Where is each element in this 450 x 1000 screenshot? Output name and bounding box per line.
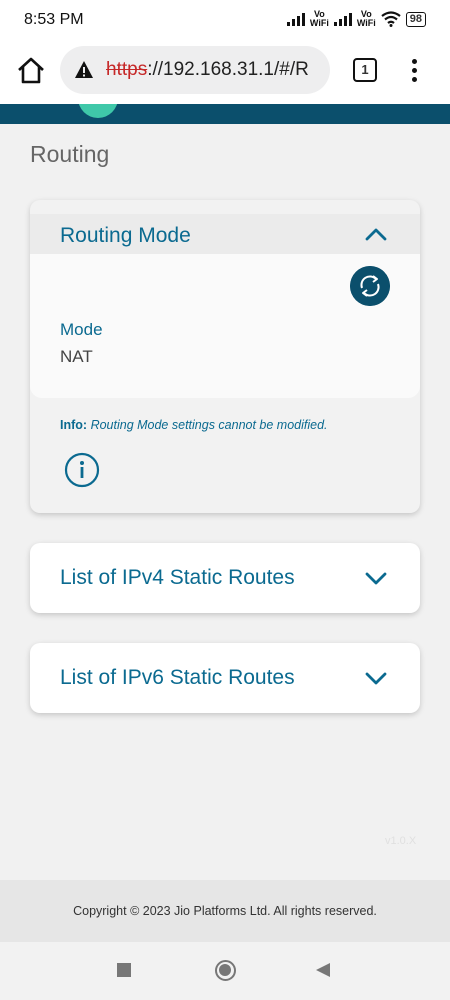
- routing-mode-card: Routing Mode Mode NAT Info: Routing Mode…: [30, 200, 420, 513]
- info-prefix: Info:: [60, 418, 88, 432]
- more-vert-icon[interactable]: [404, 56, 424, 86]
- ipv4-routes-card[interactable]: List of IPv4 Static Routes: [30, 543, 420, 613]
- page-footer: Copyright © 2023 Jio Platforms Ltd. All …: [0, 880, 450, 942]
- chevron-up-icon[interactable]: [364, 226, 388, 242]
- refresh-icon[interactable]: [350, 266, 390, 306]
- status-icons: Vo WiFi Vo WiFi 98: [286, 9, 426, 28]
- url-scheme: https: [106, 59, 148, 80]
- info-icon[interactable]: [64, 452, 100, 488]
- recent-apps-icon[interactable]: [117, 963, 131, 977]
- version-label: v1.0.X: [385, 835, 417, 847]
- warning-icon[interactable]: [74, 60, 94, 80]
- tabs-icon[interactable]: 1: [353, 58, 377, 82]
- url-field[interactable]: https://192.168.31.1/#/R: [60, 46, 330, 94]
- browser-toolbar: https://192.168.31.1/#/R 1: [0, 40, 450, 104]
- chevron-down-icon[interactable]: [364, 571, 388, 587]
- vowifi-indicator: Vo WiFi: [356, 9, 376, 28]
- ipv4-routes-title: List of IPv4 Static Routes: [60, 566, 295, 589]
- chevron-down-icon[interactable]: [364, 671, 388, 687]
- url-host: ://192.168.31.1/#/R: [147, 59, 309, 80]
- routing-mode-body: Mode NAT: [30, 254, 420, 398]
- info-text: Routing Mode settings cannot be modified…: [90, 418, 328, 432]
- mode-value: NAT: [60, 347, 93, 366]
- jio-logo[interactable]: [78, 104, 118, 118]
- copyright-text: Copyright © 2023 Jio Platforms Ltd. All …: [73, 904, 377, 918]
- mode-label: Mode: [60, 320, 103, 339]
- ipv6-routes-title: List of IPv6 Static Routes: [60, 666, 295, 689]
- signal-icon: [286, 12, 305, 26]
- back-icon[interactable]: [316, 963, 330, 977]
- system-nav-bar: [0, 942, 450, 1000]
- info-note: Info: Routing Mode settings cannot be mo…: [60, 418, 328, 432]
- routing-mode-header[interactable]: Routing Mode: [30, 214, 420, 254]
- routing-mode-title: Routing Mode: [60, 224, 191, 247]
- app-header: [0, 104, 450, 124]
- ipv6-routes-card[interactable]: List of IPv6 Static Routes: [30, 643, 420, 713]
- wifi-icon: [381, 11, 401, 27]
- page-title: Routing: [30, 141, 110, 167]
- url-text: https://192.168.31.1/#/R: [106, 59, 309, 81]
- battery-indicator: 98: [405, 11, 426, 27]
- vowifi-indicator: Vo WiFi: [309, 9, 329, 28]
- home-circle-icon[interactable]: [215, 960, 236, 981]
- home-icon[interactable]: [14, 54, 48, 88]
- status-bar: 8:53 PM Vo WiFi Vo WiFi 98: [0, 0, 450, 40]
- signal-icon: [333, 12, 352, 26]
- status-time: 8:53 PM: [24, 11, 84, 28]
